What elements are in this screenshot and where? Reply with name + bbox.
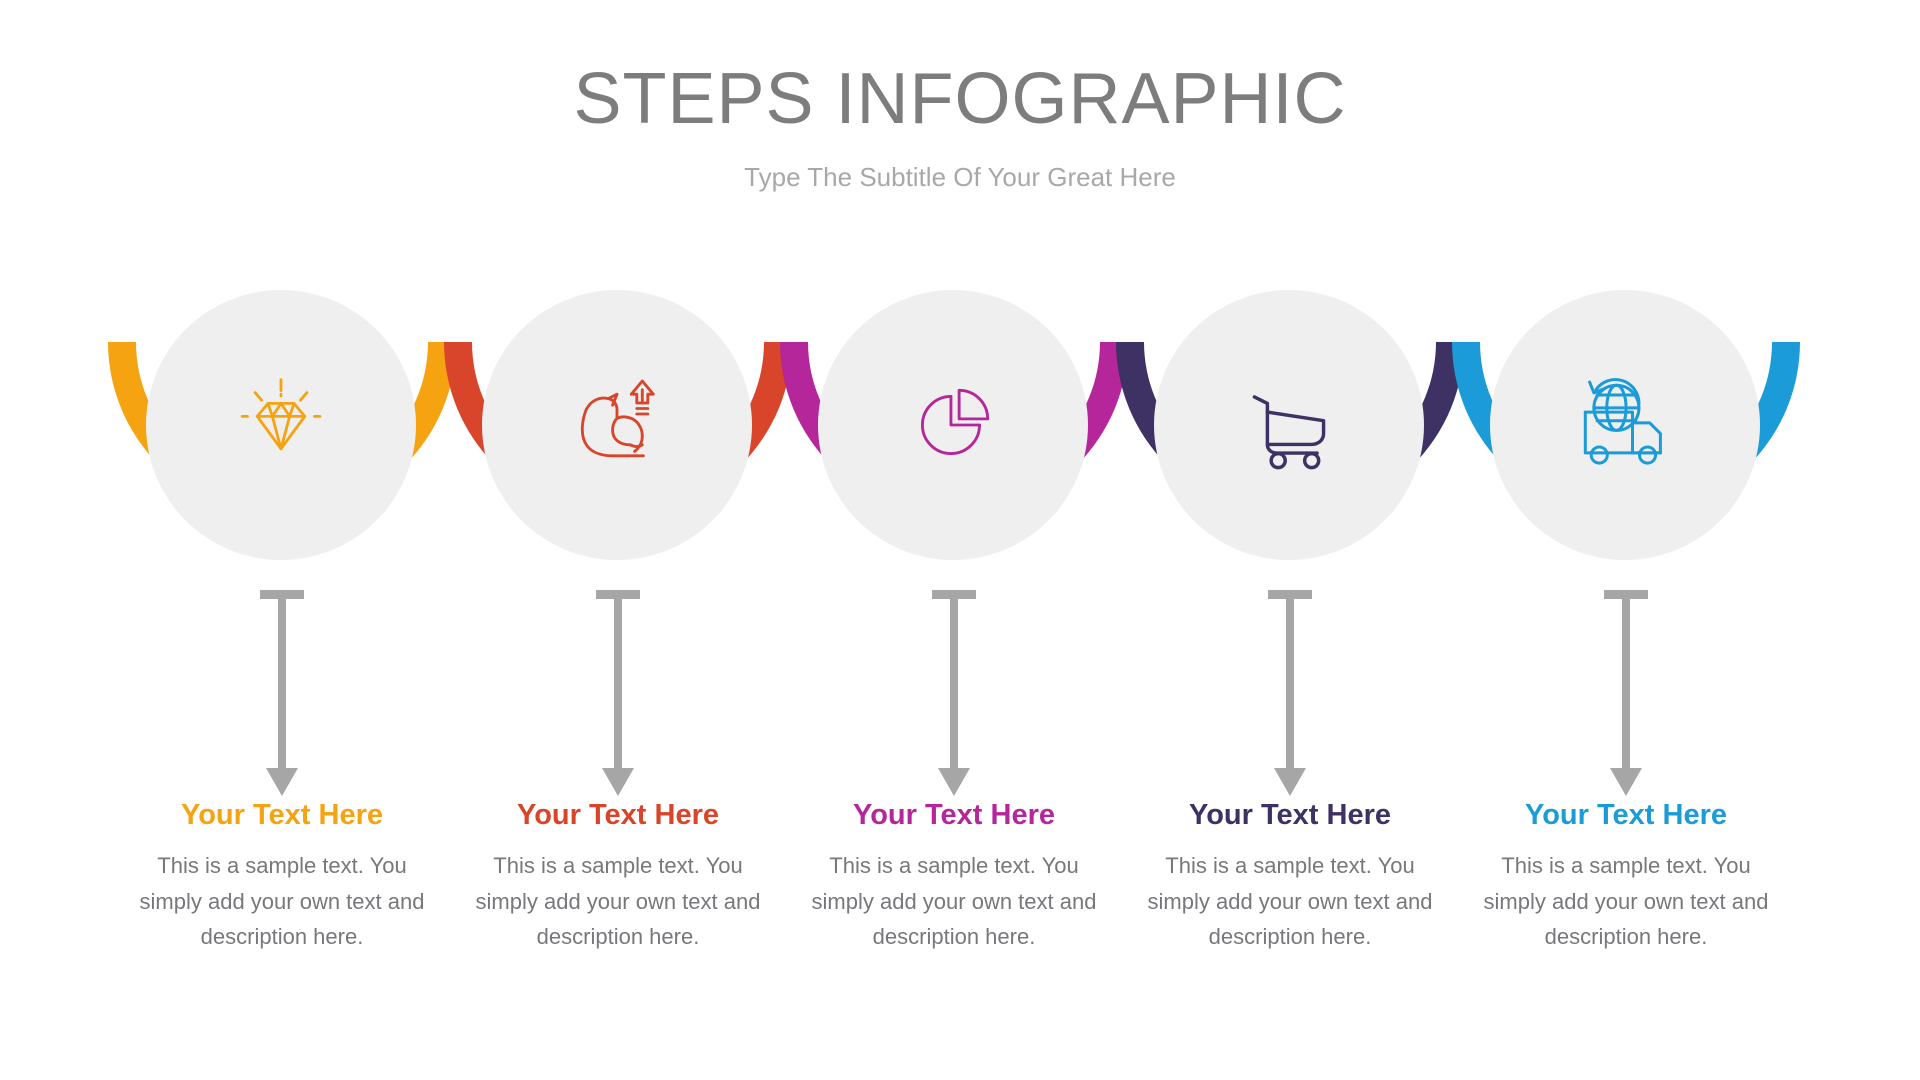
step-heading-4: Your Text Here bbox=[1189, 799, 1391, 831]
infographic-slide: STEPS INFOGRAPHIC Type The Subtitle Of Y… bbox=[0, 0, 1920, 1080]
step-item-5[interactable]: Your Text Here This is a sample text. Yo… bbox=[1452, 290, 1800, 1010]
steps-row: Your Text Here This is a sample text. Yo… bbox=[108, 290, 1812, 1010]
step-body-2: This is a sample text. You simply add yo… bbox=[475, 852, 761, 950]
step-body-4: This is a sample text. You simply add yo… bbox=[1147, 852, 1433, 950]
diamond-icon bbox=[240, 378, 322, 451]
step-text-1: Your Text Here This is a sample text. Yo… bbox=[112, 799, 452, 955]
icon-disc-2 bbox=[482, 290, 752, 560]
step-item-1[interactable]: Your Text Here This is a sample text. Yo… bbox=[108, 290, 456, 1010]
page-subtitle: Type The Subtitle Of Your Great Here bbox=[744, 161, 1176, 192]
pie-chart-icon bbox=[921, 388, 990, 455]
step-text-3: Your Text Here This is a sample text. Yo… bbox=[784, 799, 1124, 955]
delivery-truck-globe-icon bbox=[1583, 378, 1662, 465]
step-body-3: This is a sample text. You simply add yo… bbox=[811, 852, 1097, 950]
step-text-5: Your Text Here This is a sample text. Yo… bbox=[1456, 799, 1796, 955]
step-text-4: Your Text Here This is a sample text. Yo… bbox=[1120, 799, 1460, 955]
connector-arrow-3 bbox=[784, 590, 1124, 805]
step-item-3[interactable]: Your Text Here This is a sample text. Yo… bbox=[780, 290, 1128, 1010]
flexed-bicep-icon bbox=[580, 379, 655, 458]
connector-arrow-5 bbox=[1456, 590, 1796, 805]
step-heading-3: Your Text Here bbox=[853, 799, 1055, 831]
step-text-2: Your Text Here This is a sample text. Yo… bbox=[448, 799, 788, 955]
icon-disc-4 bbox=[1154, 290, 1424, 560]
connector-arrow-4 bbox=[1120, 590, 1460, 805]
page-title: STEPS INFOGRAPHIC bbox=[573, 59, 1347, 139]
step-item-2[interactable]: Your Text Here This is a sample text. Yo… bbox=[444, 290, 792, 1010]
icon-disc-5 bbox=[1490, 290, 1760, 560]
icon-disc-1 bbox=[146, 290, 416, 560]
step-heading-2: Your Text Here bbox=[517, 799, 719, 831]
step-heading-5: Your Text Here bbox=[1525, 799, 1727, 831]
shopping-cart-icon bbox=[1252, 395, 1326, 470]
step-item-4[interactable]: Your Text Here This is a sample text. Yo… bbox=[1116, 290, 1464, 1010]
step-body-5: This is a sample text. You simply add yo… bbox=[1483, 852, 1769, 950]
header: STEPS INFOGRAPHIC Type The Subtitle Of Y… bbox=[0, 59, 1920, 193]
step-heading-1: Your Text Here bbox=[181, 799, 383, 831]
icon-disc-3 bbox=[818, 290, 1088, 560]
connector-arrow-2 bbox=[448, 590, 788, 805]
step-body-1: This is a sample text. You simply add yo… bbox=[139, 852, 425, 950]
connector-arrow-1 bbox=[112, 590, 452, 805]
